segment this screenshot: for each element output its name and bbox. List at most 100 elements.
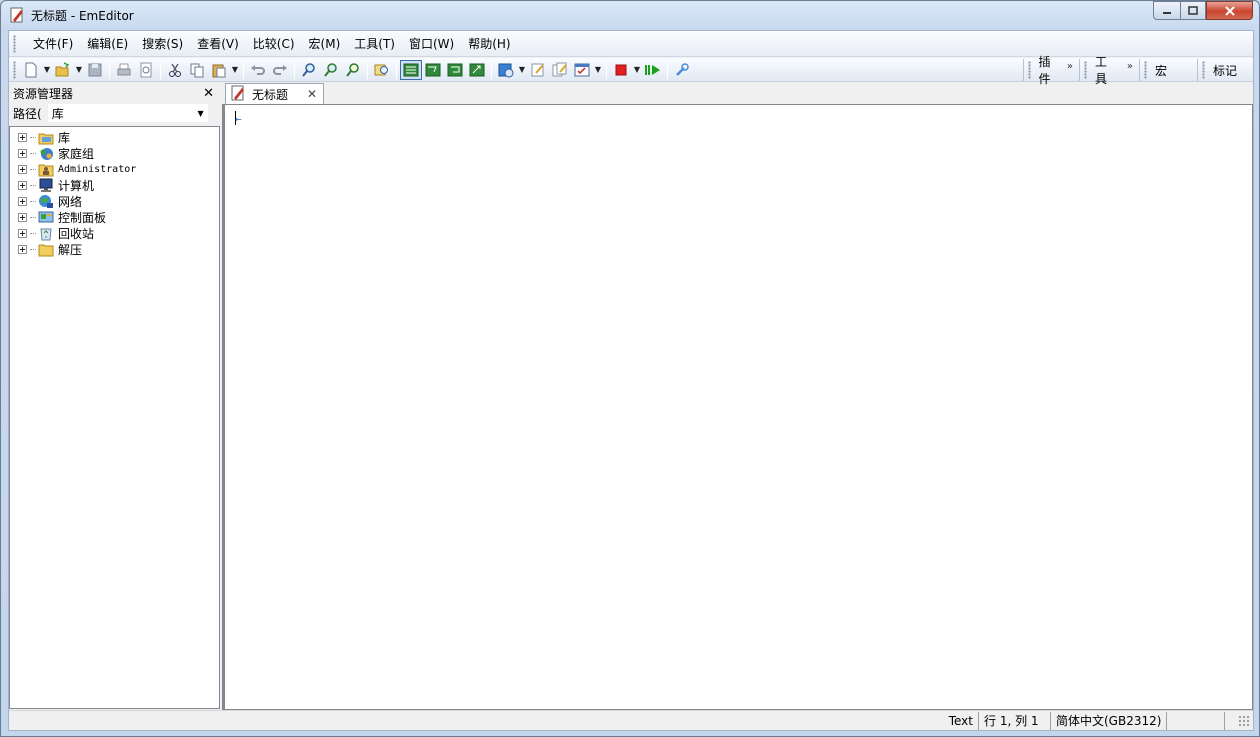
find-next-button[interactable] [320,60,342,80]
tab-close-button[interactable]: ✕ [307,87,317,101]
plugins-chevron-icon[interactable]: » [1067,61,1073,72]
no-wrap-icon [403,63,419,76]
explorer-close-button[interactable]: ✕ [203,86,214,101]
status-mode[interactable]: Text [944,712,978,730]
plugins-grip[interactable] [1028,61,1031,79]
macros-label: 宏 [1155,63,1168,78]
menu-view[interactable]: 查看(V) [190,32,246,55]
tools-grip[interactable] [1084,61,1087,79]
expand-icon[interactable] [18,180,27,190]
new-file-button[interactable] [20,60,42,80]
menu-help[interactable]: 帮助(H) [461,32,517,55]
encoding-button[interactable] [495,60,517,80]
toolbar-separator [606,60,607,79]
configuration-button[interactable] [571,60,593,80]
globe-icon [498,63,514,77]
tools-chevron-icon[interactable]: » [1127,61,1133,72]
word-wrap-none-button[interactable] [400,59,422,80]
find-in-files-button[interactable] [371,60,393,80]
tree-item-computer[interactable]: 计算机 [10,177,219,193]
markers-toolbar[interactable]: 标记 [1197,59,1253,81]
expand-icon[interactable] [18,148,27,158]
find-previous-button[interactable] [342,60,364,80]
expand-icon[interactable] [18,212,27,222]
wrap-by-window-button[interactable] [444,60,466,80]
open-file-dropdown[interactable]: ▼ [74,60,84,80]
tools-toolbar[interactable]: 工具 » [1079,55,1139,86]
close-window-button[interactable] [1206,1,1253,20]
tab-untitled[interactable]: 无标题 ✕ [225,83,324,105]
open-file-button[interactable] [52,60,74,80]
expand-icon[interactable] [18,164,27,174]
tree-item-recycle-bin[interactable]: 回收站 [10,225,219,241]
expand-icon[interactable] [18,228,27,238]
folder-tree[interactable]: 库 家庭组 Administrator 计算机 网络 控制面板 回收站 解压 [9,126,220,709]
menu-macros[interactable]: 宏(M) [302,32,348,55]
wrap-by-page-button[interactable] [466,60,488,80]
tree-item-label: Administrator [58,163,137,175]
menubar-grip[interactable] [13,34,16,53]
plugins-toolbar[interactable]: 插件 » [1023,55,1079,86]
document-tab-bar: 无标题 ✕ [222,83,1253,105]
menu-window[interactable]: 窗口(W) [402,32,461,55]
record-macro-button[interactable] [610,60,632,80]
save-button[interactable] [84,60,106,80]
expand-icon[interactable] [18,244,27,254]
paste-button[interactable] [208,60,230,80]
tree-item-library[interactable]: 库 [10,129,219,145]
plugins-label: 插件 [1038,55,1051,86]
paste-dropdown[interactable]: ▼ [230,60,240,80]
print-preview-button[interactable] [135,60,157,80]
macros-toolbar[interactable]: 宏 [1139,59,1197,81]
minimize-button[interactable] [1153,1,1180,20]
title-bar[interactable]: 无标题 - EmEditor [1,1,1259,29]
emeditor-app-icon[interactable] [9,7,25,23]
tree-item-network[interactable]: 网络 [10,193,219,209]
maximize-icon [1188,5,1198,15]
tools-label: 工具 [1094,55,1107,86]
status-empty-1 [1166,711,1224,730]
tree-item-administrator[interactable]: Administrator [10,161,219,177]
path-dropdown[interactable]: 库 ▼ [47,104,208,122]
menu-file[interactable]: 文件(F) [26,32,80,55]
macros-grip[interactable] [1144,61,1147,79]
configuration-dropdown[interactable]: ▼ [593,60,603,80]
properties-button[interactable] [527,60,549,80]
find-button[interactable] [298,60,320,80]
find-icon [302,62,315,77]
tree-item-homegroup[interactable]: 家庭组 [10,145,219,161]
menu-compare[interactable]: 比较(C) [246,32,302,55]
markers-grip[interactable] [1202,61,1205,79]
print-button[interactable] [113,60,135,80]
status-position[interactable]: 行 1, 列 1 [978,711,1050,730]
customize-tools-button[interactable] [671,60,693,80]
menu-bar: 文件(F) 编辑(E) 搜索(S) 查看(V) 比较(C) 宏(M) 工具(T)… [9,31,1253,57]
toolbar-grip[interactable] [13,60,16,79]
copy-button[interactable] [186,60,208,80]
redo-icon [273,64,287,75]
redo-button[interactable] [269,60,291,80]
menu-tools[interactable]: 工具(T) [347,32,402,55]
encoding-dropdown[interactable]: ▼ [517,60,527,80]
new-file-dropdown[interactable]: ▼ [42,60,52,80]
text-editor[interactable]: ← [222,104,1253,710]
tree-item-extract[interactable]: 解压 [10,241,219,257]
resize-grip[interactable] [1237,713,1251,728]
status-encoding[interactable]: 简体中文(GB2312) [1050,711,1166,730]
expand-icon[interactable] [18,196,27,206]
all-properties-button[interactable] [549,60,571,80]
run-macro-button[interactable] [642,60,664,80]
maximize-button[interactable] [1180,1,1206,20]
toolbar-panels: 插件 » 工具 » 宏 标记 [1023,55,1253,86]
expand-icon[interactable] [18,132,27,142]
document-icon [230,85,246,104]
undo-button[interactable] [247,60,269,80]
chevron-down-icon[interactable]: ▼ [198,109,204,118]
record-macro-dropdown[interactable]: ▼ [632,60,642,80]
cut-button[interactable] [164,60,186,80]
menu-edit[interactable]: 编辑(E) [80,32,135,55]
menu-search[interactable]: 搜索(S) [135,32,190,55]
toolbar-separator [396,60,397,79]
tree-item-control-panel[interactable]: 控制面板 [10,209,219,225]
wrap-by-chars-button[interactable] [422,60,444,80]
